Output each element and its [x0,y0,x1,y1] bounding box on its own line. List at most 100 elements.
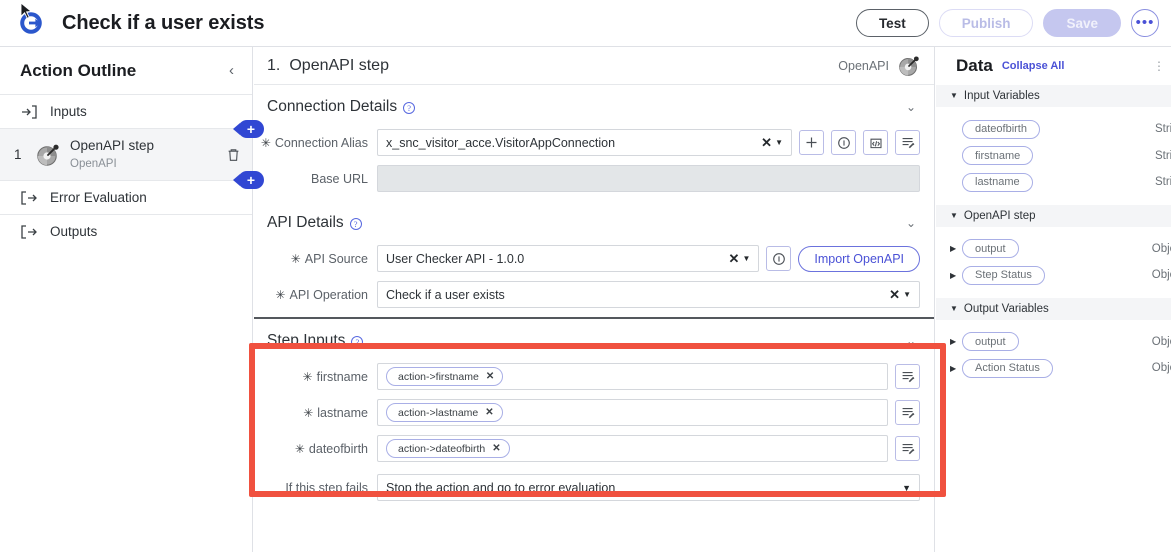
data-pill-token[interactable]: action->firstname ✕ [386,367,504,386]
sidebar-item-openapi-step[interactable]: + 1 OpenAPI step OpenAPI + [0,120,264,189]
data-variable-row[interactable]: firstname String [936,143,1171,170]
sidebar-item-inputs[interactable]: Inputs [0,94,252,128]
api-source-info-button[interactable] [766,246,792,271]
variable-pill[interactable]: dateofbirth [962,119,1040,139]
data-panel-more-icon[interactable]: ⋮ [1153,60,1163,72]
clear-icon[interactable]: ✕ [729,252,740,265]
triangle-right-icon[interactable]: ▶ [950,244,962,253]
variable-pill[interactable]: Step Status [962,265,1045,285]
data-variable-row[interactable]: ▶ output Object [936,236,1171,263]
required-marker: ✳ [260,135,271,150]
add-connection-button[interactable] [799,130,824,155]
firstname-data-pill-picker-button[interactable] [895,364,920,389]
variable-pill[interactable]: Action Status [962,358,1053,378]
variable-type: String [1154,123,1171,136]
remove-token-icon[interactable]: ✕ [485,407,493,418]
group-label: OpenAPI step [963,209,1036,222]
step-detail-header: 1. OpenAPI step OpenAPI [254,47,934,85]
required-marker: ✳ [302,369,313,384]
collapse-all-button[interactable]: Collapse All [1002,60,1065,72]
chevron-down-icon[interactable]: ▼ [742,254,750,263]
variable-type: Object [1151,335,1171,348]
sidebar-item-outputs[interactable]: Outputs [0,214,252,248]
sidebar-item-label: Outputs [50,224,98,239]
lastname-data-pill-picker-button[interactable] [895,400,920,425]
variable-type: Object [1151,269,1171,282]
sidebar-item-label: Inputs [50,104,87,119]
remove-token-icon[interactable]: ✕ [492,443,500,454]
variable-pill[interactable]: lastname [962,172,1033,192]
data-panel-title: Data [956,56,993,75]
chevron-down-icon[interactable]: ⌄ [902,330,920,352]
chevron-down-icon[interactable]: ▼ [903,290,911,299]
step-texts: OpenAPI step OpenAPI [70,138,154,171]
chevron-down-icon[interactable]: ⌄ [902,212,920,234]
api-source-row: ✳ API Source User Checker API - 1.0.0 ✕ … [267,245,920,272]
test-button[interactable]: Test [855,9,929,37]
dateofbirth-input[interactable]: action->dateofbirth ✕ [377,435,888,462]
help-icon[interactable]: ? [351,336,364,348]
publish-button[interactable]: Publish [938,9,1034,37]
connection-data-pill-picker-button[interactable] [895,130,920,155]
remove-token-icon[interactable]: ✕ [486,371,494,382]
connection-alias-input[interactable]: x_snc_visitor_acce.VisitorAppConnection … [377,129,792,156]
base-url-label: Base URL [311,171,368,186]
required-marker: ✳ [275,287,286,302]
data-variable-row[interactable]: ▶ Step Status Object [936,262,1171,289]
triangle-right-icon[interactable]: ▶ [950,337,962,346]
data-pill-token[interactable]: action->lastname ✕ [386,403,503,422]
data-group-header-input-variables[interactable]: ▼ Input Variables [936,85,1171,107]
clear-icon[interactable]: ✕ [761,136,772,149]
connection-script-button[interactable] [863,130,888,155]
dateofbirth-data-pill-picker-button[interactable] [895,436,920,461]
data-group-header-output-variables[interactable]: ▼ Output Variables [936,297,1171,320]
triangle-right-icon[interactable]: ▶ [950,271,962,280]
failure-label: If this step fails [285,480,368,495]
help-icon[interactable]: ? [403,102,416,114]
chevron-down-icon[interactable]: ▼ [902,483,911,493]
import-openapi-button[interactable]: Import OpenAPI [798,245,920,272]
sidebar-item-error-evaluation[interactable]: Error Evaluation [0,180,252,214]
add-step-below-button[interactable]: + [233,171,264,189]
failure-behavior-section: If this step fails Stop the action and g… [254,474,934,501]
step-input-row: ✳ firstname action->firstname ✕ [267,363,920,390]
save-button[interactable]: Save [1043,9,1121,37]
data-group-header-openapi-step[interactable]: ▼ OpenAPI step [936,204,1171,227]
data-variable-row[interactable]: ▶ output Object [936,329,1171,356]
variable-pill[interactable]: output [962,332,1019,352]
triangle-right-icon[interactable]: ▶ [950,364,962,373]
data-variable-row[interactable]: dateofbirth String [936,116,1171,143]
lastname-input[interactable]: action->lastname ✕ [377,399,888,426]
variable-pill[interactable]: output [962,239,1019,259]
more-options-button[interactable]: ••• [1131,9,1159,37]
firstname-input[interactable]: action->firstname ✕ [377,363,888,390]
api-operation-value: Check if a user exists [386,287,505,302]
connection-alias-label: ✳ Connection Alias [261,136,377,150]
data-variable-row[interactable]: ▶ Action Status Object [936,355,1171,382]
variable-pill[interactable]: firstname [962,146,1034,166]
api-source-input[interactable]: User Checker API - 1.0.0 ✕ ▼ [377,245,760,272]
arrow-out-of-bracket-icon [21,190,37,205]
chevron-down-icon[interactable]: ⌄ [902,96,920,118]
sidebar-collapse-icon[interactable]: ‹ [225,61,238,80]
chevron-down-icon[interactable]: ▼ [775,138,783,147]
help-icon[interactable]: ? [349,218,362,230]
data-pill-token[interactable]: action->dateofbirth ✕ [386,439,510,458]
failure-controls: Stop the action and go to error evaluati… [377,474,920,501]
step-number: 1 [14,147,22,162]
sidebar-header: Action Outline ‹ [0,47,252,94]
action-outline-sidebar: Action Outline ‹ Inputs + 1 OpenAPI step… [0,47,264,552]
clear-icon[interactable]: ✕ [889,288,900,301]
api-operation-controls: Check if a user exists ✕ ▼ [377,281,920,308]
data-variable-row[interactable]: lastname String [936,169,1171,196]
variable-type: Object [1151,242,1171,255]
delete-step-icon[interactable] [227,148,240,162]
token-label: action->firstname [398,370,479,383]
app-logo-icon[interactable] [18,10,44,36]
label-text: API Source [304,251,368,266]
api-operation-input[interactable]: Check if a user exists ✕ ▼ [377,281,920,308]
add-step-above-button[interactable]: + [233,120,264,138]
failure-select[interactable]: Stop the action and go to error evaluati… [377,474,920,501]
connection-info-button[interactable] [831,130,856,155]
